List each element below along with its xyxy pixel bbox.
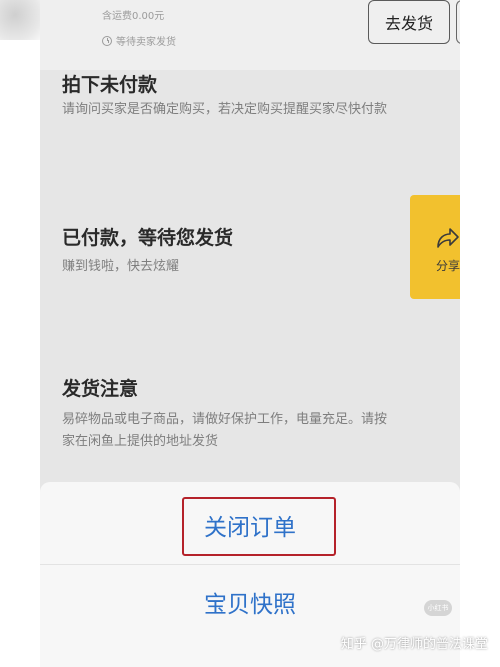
app-screen: 含运费0.00元 等待卖家发货 去发货 拍下未付款 请询问买家是否确定购买，若决… (40, 0, 460, 667)
card-notice-line2: 家在闲鱼上提供的地址发货 (62, 434, 219, 449)
card-paid-title: 已付款，等待您发货 (62, 227, 234, 249)
clock-icon (102, 35, 112, 46)
waiting-status: 等待卖家发货 (102, 33, 176, 48)
watermark: 知乎 @万律师的普法课堂 (340, 637, 488, 652)
partial-button[interactable] (456, 0, 460, 44)
item-snapshot-button[interactable]: 宝贝快照 (40, 585, 460, 619)
card-unpaid: 拍下未付款 请询问买家是否确定购买，若决定购买提醒买家尽快付款 (40, 70, 460, 180)
card-notice-line1: 易碎物品或电子商品，请做好保护工作，电量充足。请按 (62, 412, 388, 427)
ship-button[interactable]: 去发货 (368, 0, 450, 44)
shipping-fee-text: 含运费0.00元 (102, 11, 165, 22)
sheet-divider (40, 564, 460, 565)
share-label: 分享 (436, 259, 460, 273)
mini-badge: 小红书 (424, 600, 452, 616)
close-order-button[interactable]: 关闭订单 (40, 508, 460, 542)
share-button[interactable]: 分享 (410, 195, 460, 299)
card-unpaid-title: 拍下未付款 (62, 74, 158, 96)
card-paid-subtitle: 赚到钱啦，快去炫耀 (62, 259, 180, 274)
share-icon (437, 228, 459, 248)
card-shipping-notice: 发货注意 易碎物品或电子商品，请做好保护工作，电量充足。请按 家在闲鱼上提供的地… (40, 360, 460, 470)
order-header: 含运费0.00元 等待卖家发货 去发货 (40, 0, 460, 70)
card-paid: 已付款，等待您发货 赚到钱啦，快去炫耀 (40, 195, 460, 299)
waiting-status-label: 等待卖家发货 (116, 37, 176, 48)
card-unpaid-subtitle: 请询问买家是否确定购买，若决定购买提醒买家尽快付款 (62, 102, 388, 117)
card-notice-title: 发货注意 (62, 378, 139, 400)
